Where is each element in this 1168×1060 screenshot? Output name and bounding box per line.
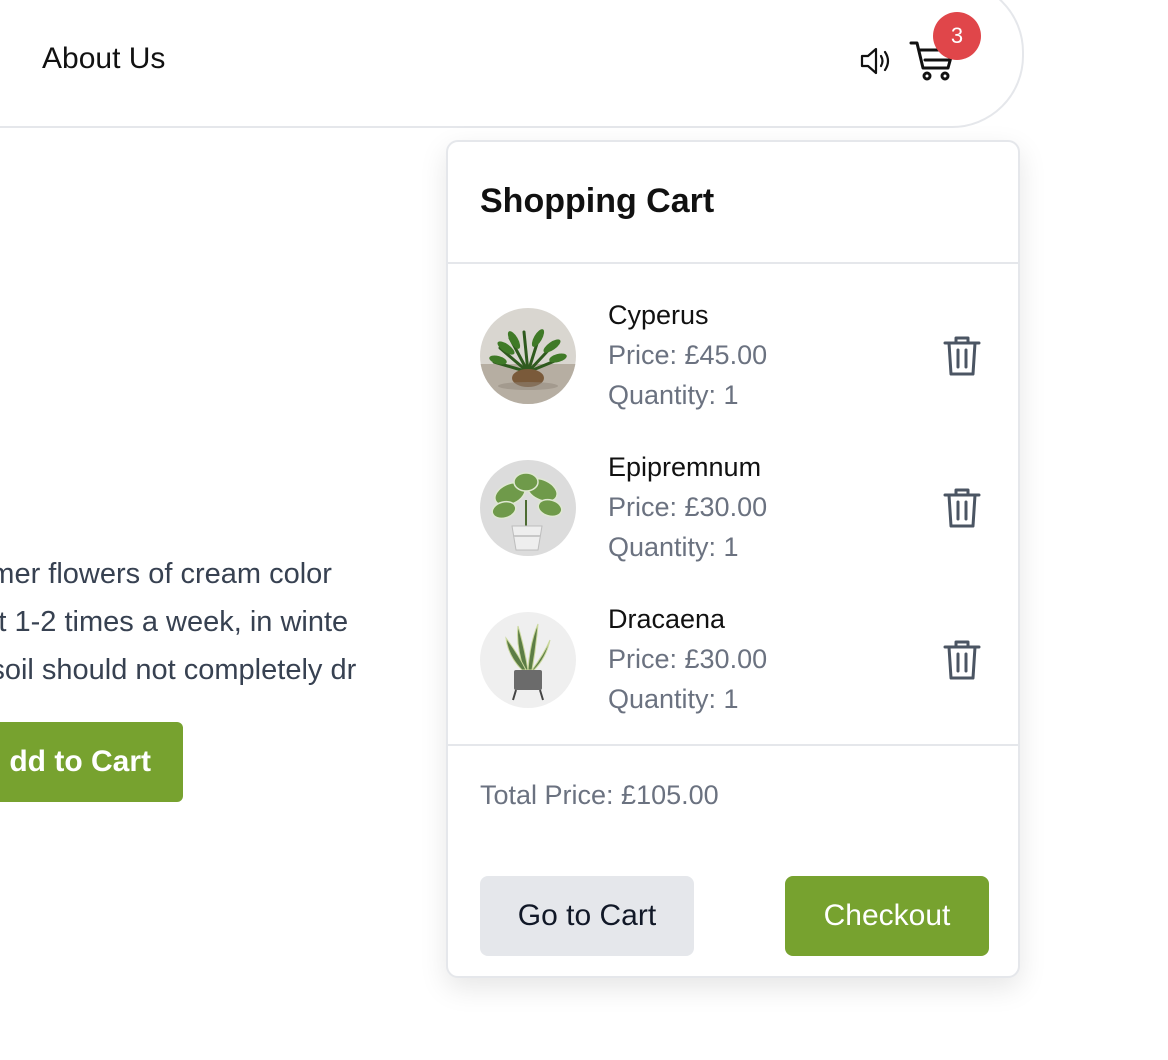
cyperus-image: [480, 308, 576, 404]
dracaena-image: [480, 612, 576, 708]
cart-title: Shopping Cart: [480, 182, 715, 220]
remove-item-button[interactable]: [942, 638, 982, 682]
remove-item-button[interactable]: [942, 486, 982, 530]
item-price: Price: £30.00: [608, 492, 768, 522]
cart-item: Dracaena Price: £30.00 Quantity: 1: [448, 604, 1018, 732]
cart-item: Epipremnum Price: £30.00 Quantity: 1: [448, 452, 1018, 580]
go-to-cart-button[interactable]: Go to Cart: [480, 876, 694, 956]
cart-count-badge: 3: [933, 12, 981, 60]
item-quantity: Quantity: 1: [608, 684, 739, 714]
sound-toggle-button[interactable]: [858, 44, 896, 78]
checkout-button[interactable]: Checkout: [785, 876, 989, 956]
description-line: he soil should not completely dr: [0, 654, 357, 686]
trash-icon: [943, 640, 981, 680]
item-name: Dracaena: [608, 604, 726, 634]
nav-about-us-link[interactable]: About Us: [42, 42, 165, 76]
item-name: Epipremnum: [608, 452, 762, 482]
total-price: Total Price: £105.00: [480, 780, 719, 810]
description-line: ummer flowers of cream color: [0, 558, 332, 590]
item-name: Cyperus: [608, 300, 709, 330]
cart-footer: Total Price: £105.00 Go to Cart Checkout: [448, 746, 1018, 976]
add-to-cart-button[interactable]: dd to Cart: [0, 722, 183, 802]
page: About Us 3 ummer flowers of cream color …: [0, 0, 1168, 1060]
trash-icon: [943, 488, 981, 528]
description-line: dant 1-2 times a week, in winte: [0, 606, 349, 638]
item-price: Price: £30.00: [608, 644, 768, 674]
shopping-cart-dropdown: Shopping Cart Cyperus Price: £45.00 Quan…: [446, 140, 1020, 978]
epipremnum-image: [480, 460, 576, 556]
remove-item-button[interactable]: [942, 334, 982, 378]
cart-item: Cyperus Price: £45.00 Quantity: 1: [448, 300, 1018, 428]
trash-icon: [943, 336, 981, 376]
item-quantity: Quantity: 1: [608, 380, 739, 410]
item-price: Price: £45.00: [608, 340, 768, 370]
cart-item-list: Cyperus Price: £45.00 Quantity: 1 Epipre…: [448, 264, 1018, 746]
product-description: ummer flowers of cream color dant 1-2 ti…: [0, 550, 450, 694]
speaker-icon: [860, 47, 890, 75]
item-quantity: Quantity: 1: [608, 532, 739, 562]
cart-header: Shopping Cart: [448, 142, 1018, 264]
